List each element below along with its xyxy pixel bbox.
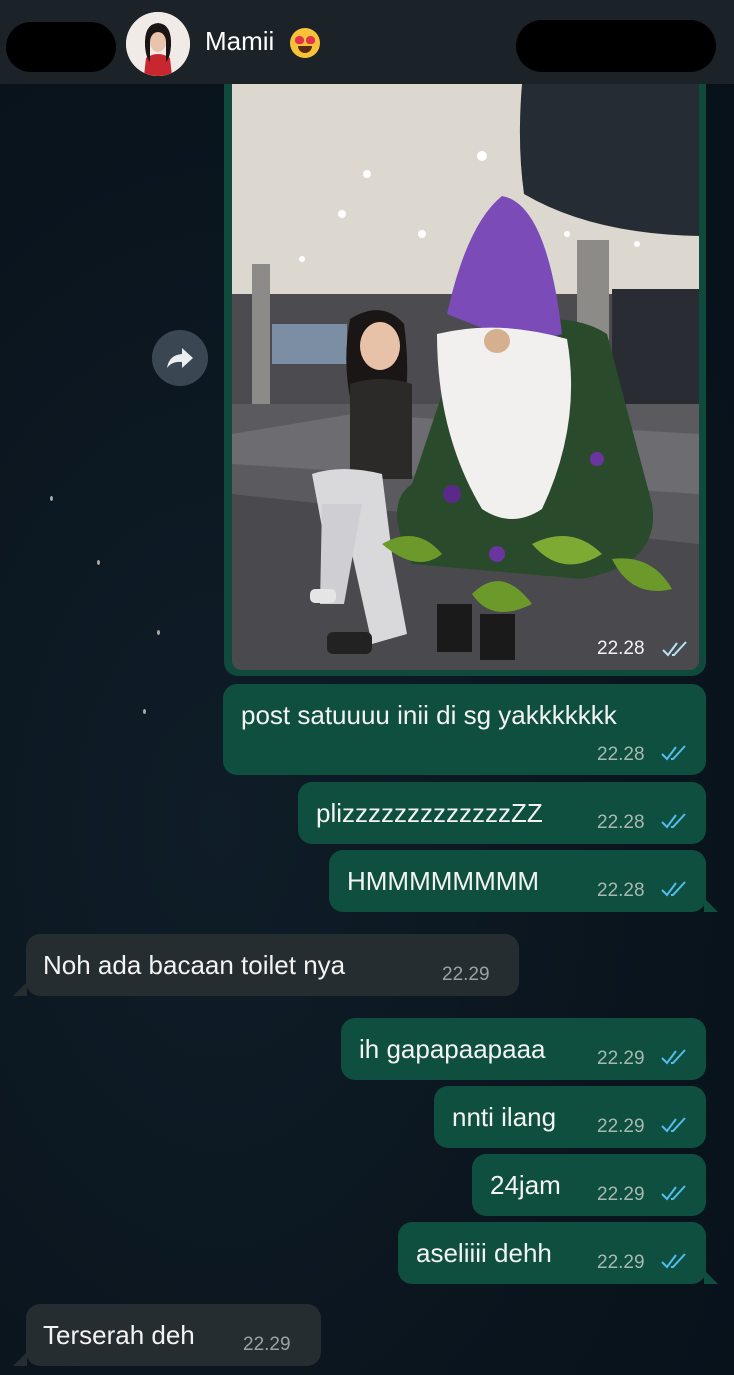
outgoing-message-bubble[interactable]: 24jam 22.29 — [472, 1154, 706, 1216]
photo-scene — [232, 84, 699, 670]
bubble-tail — [13, 1352, 27, 1366]
forward-icon — [167, 348, 193, 368]
message-time: 22.29 — [597, 1116, 645, 1137]
redacted-call-buttons — [516, 20, 716, 72]
message-text: post satuuuu inii di sg yakkkkkkk — [241, 700, 617, 730]
forward-button[interactable] — [152, 330, 208, 386]
photo-image[interactable] — [232, 84, 699, 670]
message-text: plizzzzzzzzzzzzzZZ — [316, 798, 543, 828]
message-time: 22.29 — [243, 1334, 291, 1355]
message-text: HMMMMMMMM — [347, 866, 540, 896]
avatar[interactable] — [126, 12, 190, 76]
message-time: 22.29 — [597, 1048, 645, 1069]
redacted-back-area — [6, 22, 116, 72]
message-time: 22.29 — [597, 1184, 645, 1205]
message-time: 22.28 — [597, 812, 645, 833]
outgoing-message-bubble[interactable]: post satuuuu inii di sg yakkkkkkk 22.28 — [223, 684, 706, 775]
bubble-tail — [704, 898, 718, 912]
outgoing-message-bubble[interactable]: ih gapapaapaaa 22.29 — [341, 1018, 706, 1080]
avatar-image — [126, 12, 190, 76]
message-text: ih gapapaapaaa — [359, 1034, 546, 1064]
read-ticks-icon — [661, 1253, 686, 1269]
message-time: 22.29 — [442, 964, 490, 985]
outgoing-message-bubble[interactable]: aseliiii dehh 22.29 — [398, 1222, 706, 1284]
read-ticks-icon — [661, 1117, 686, 1133]
chat-header: Mamii — [0, 0, 734, 84]
read-ticks-icon — [661, 881, 686, 897]
bubble-tail — [13, 982, 27, 996]
read-ticks-icon — [661, 1049, 686, 1065]
message-text: Noh ada bacaan toilet nya — [43, 950, 346, 980]
message-text: 24jam — [490, 1170, 561, 1200]
read-ticks-icon — [662, 641, 687, 657]
message-time: 22.28 — [597, 744, 645, 765]
message-text: aseliiii dehh — [416, 1238, 552, 1268]
read-ticks-icon — [661, 745, 686, 761]
photo-message-time: 22.28 — [597, 638, 645, 659]
read-ticks-icon — [661, 813, 686, 829]
incoming-message-bubble[interactable]: Terserah deh 22.29 — [26, 1304, 321, 1366]
heart-eyes-cat-emoji-icon — [290, 28, 320, 58]
outgoing-message-bubble[interactable]: plizzzzzzzzzzzzzZZ 22.28 — [298, 782, 706, 844]
contact-name[interactable]: Mamii — [205, 26, 274, 57]
read-ticks-icon — [661, 1185, 686, 1201]
message-time: 22.28 — [597, 880, 645, 901]
message-text: Terserah deh — [43, 1320, 195, 1350]
message-time: 22.29 — [597, 1252, 645, 1273]
outgoing-message-bubble[interactable]: HMMMMMMMM 22.28 — [329, 850, 706, 912]
bubble-tail — [704, 1270, 718, 1284]
outgoing-message-bubble[interactable]: nnti ilang 22.29 — [434, 1086, 706, 1148]
message-text: nnti ilang — [452, 1102, 557, 1132]
incoming-message-bubble[interactable]: Noh ada bacaan toilet nya 22.29 — [26, 934, 519, 996]
